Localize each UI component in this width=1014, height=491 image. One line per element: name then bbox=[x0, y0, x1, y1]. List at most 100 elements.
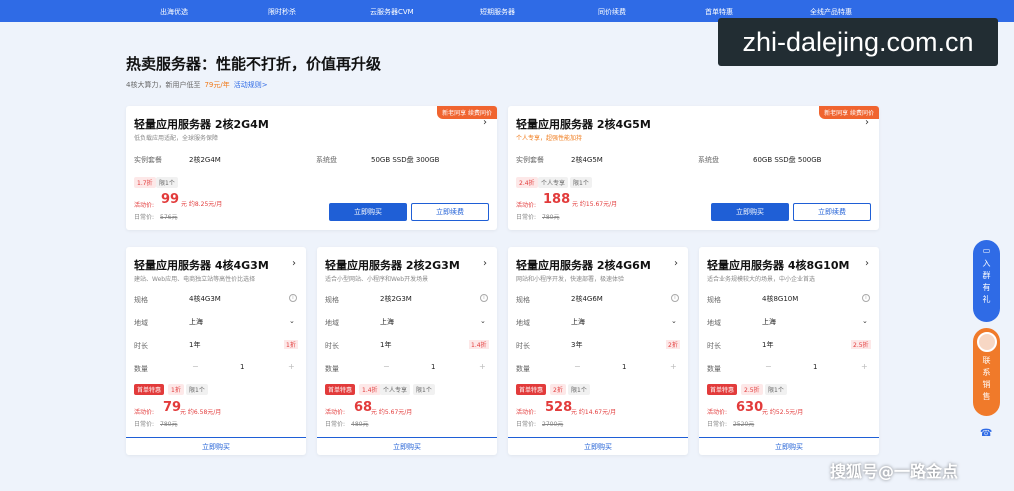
duration-value[interactable]: 1年 bbox=[762, 340, 773, 350]
renew-button[interactable]: 立即续费 bbox=[793, 203, 871, 221]
chevron-right-icon[interactable]: › bbox=[865, 258, 869, 269]
info-icon[interactable]: i bbox=[480, 294, 488, 302]
first-order-tag: 首单特惠 bbox=[134, 384, 165, 395]
headset-icon[interactable]: ☎ bbox=[980, 428, 992, 439]
spec-value: 2核4G6M bbox=[571, 295, 603, 303]
buy-now-button[interactable]: 立即购买 bbox=[711, 203, 789, 221]
spec-label: 实例套餐 bbox=[134, 156, 162, 164]
chevron-down-icon[interactable]: ⌄ bbox=[480, 317, 486, 325]
duration-label: 时长 bbox=[134, 342, 148, 350]
card-desc: 适合业务规模较大的场景，中小企业首选 bbox=[707, 276, 816, 283]
nav-item[interactable]: 首单特惠 bbox=[705, 7, 733, 17]
promo-price: 68 bbox=[354, 400, 373, 415]
buy-now-button[interactable]: 立即购买 bbox=[699, 437, 879, 455]
minus-icon[interactable]: − bbox=[192, 362, 199, 371]
duration-value[interactable]: 1年 bbox=[189, 340, 200, 350]
minus-icon[interactable]: − bbox=[765, 362, 772, 371]
product-card: 轻量应用服务器 2核2G3M › 适合小型网站、小程序和Web开发场景 规格 2… bbox=[317, 247, 497, 455]
minus-icon[interactable]: − bbox=[383, 362, 390, 371]
promo-price: 79 bbox=[163, 400, 182, 415]
product-card: 轻量应用服务器 2核4G6M › 网站和小程序开发，快速部署，极速体验 规格 2… bbox=[508, 247, 688, 455]
chevron-right-icon[interactable]: › bbox=[292, 258, 296, 269]
region-select[interactable]: 上海 bbox=[571, 317, 585, 327]
chevron-down-icon[interactable]: ⌄ bbox=[862, 317, 868, 325]
price-unit: 元 约6.58元/月 bbox=[180, 409, 222, 416]
promo-price-label: 活动价: bbox=[325, 409, 346, 416]
buy-now-button[interactable]: 立即购买 bbox=[317, 437, 497, 455]
rules-link[interactable]: 活动规则> bbox=[234, 80, 268, 90]
personal-tag: 个人专享 bbox=[538, 177, 569, 188]
renew-button[interactable]: 立即续费 bbox=[411, 203, 489, 221]
plus-icon[interactable]: + bbox=[288, 362, 295, 371]
limit-tag: 限1个 bbox=[413, 384, 435, 395]
chevron-right-icon[interactable]: › bbox=[483, 258, 487, 269]
contact-sales-button[interactable]: 联系销售 bbox=[973, 328, 1000, 416]
buy-now-button[interactable]: 立即购买 bbox=[329, 203, 407, 221]
card-title[interactable]: 轻量应用服务器 2核4G6M bbox=[516, 257, 651, 273]
duration-value[interactable]: 3年 bbox=[571, 340, 582, 350]
join-group-label: 入群有礼 bbox=[982, 259, 991, 307]
plus-icon[interactable]: + bbox=[670, 362, 677, 371]
duration-discount: 1折 bbox=[284, 340, 298, 349]
discount-tag: 1折 bbox=[168, 384, 184, 395]
nav-item[interactable]: 限时秒杀 bbox=[268, 7, 296, 17]
quantity-label: 数量 bbox=[516, 365, 530, 373]
contact-sales-label: 联系销售 bbox=[982, 356, 991, 404]
chevron-right-icon[interactable]: › bbox=[674, 258, 678, 269]
join-group-button[interactable]: ▭ 入群有礼 bbox=[973, 240, 1000, 322]
product-card: 轻量应用服务器 4核4G3M › 建站、Web应用、电商独立站等高性价比选择 规… bbox=[126, 247, 306, 455]
chevron-down-icon[interactable]: ⌄ bbox=[671, 317, 677, 325]
regular-price: 2520元 bbox=[733, 421, 755, 428]
limit-tag: 限1个 bbox=[765, 384, 787, 395]
section-subtitle: 4核大算力，新用户低至 79元/年 活动规则> bbox=[126, 80, 268, 90]
region-label: 地域 bbox=[707, 319, 721, 327]
first-order-tag: 首单特惠 bbox=[516, 384, 547, 395]
quantity-input[interactable]: 1 bbox=[622, 363, 626, 371]
plus-icon[interactable]: + bbox=[479, 362, 486, 371]
buy-now-button[interactable]: 立即购买 bbox=[508, 437, 688, 455]
disk-value: 50GB SSD盘 300GB bbox=[371, 156, 440, 164]
card-title[interactable]: 轻量应用服务器 2核2G4M bbox=[134, 116, 269, 132]
disk-label: 系统盘 bbox=[698, 156, 719, 164]
limit-tag: 限1个 bbox=[568, 384, 590, 395]
product-card: 轻量应用服务器 4核8G10M › 适合业务规模较大的场景，中小企业首选 规格 … bbox=[699, 247, 879, 455]
nav-item[interactable]: 出海优选 bbox=[160, 7, 188, 17]
duration-label: 时长 bbox=[516, 342, 530, 350]
region-select[interactable]: 上海 bbox=[762, 317, 776, 327]
buy-now-button[interactable]: 立即购买 bbox=[126, 437, 306, 455]
duration-value[interactable]: 1年 bbox=[380, 340, 391, 350]
card-title[interactable]: 轻量应用服务器 4核4G3M bbox=[134, 257, 269, 273]
spec-value: 4核4G3M bbox=[189, 295, 221, 303]
chevron-right-icon[interactable]: › bbox=[483, 117, 487, 128]
info-icon[interactable]: i bbox=[289, 294, 297, 302]
discount-tag: 1.7折 bbox=[134, 177, 156, 188]
chevron-down-icon[interactable]: ⌄ bbox=[289, 317, 295, 325]
nav-item[interactable]: 短期服务器 bbox=[480, 7, 515, 17]
info-icon[interactable]: i bbox=[862, 294, 870, 302]
card-title[interactable]: 轻量应用服务器 2核4G5M bbox=[516, 116, 651, 132]
nav-item[interactable]: 同价续费 bbox=[598, 7, 626, 17]
first-order-tag: 首单特惠 bbox=[325, 384, 356, 395]
quantity-input[interactable]: 1 bbox=[240, 363, 244, 371]
price-unit: 元 约14.67元/月 bbox=[571, 409, 617, 416]
promo-price: 188 bbox=[543, 192, 571, 207]
card-title[interactable]: 轻量应用服务器 4核8G10M bbox=[707, 257, 849, 273]
regular-price: 780元 bbox=[542, 214, 560, 221]
info-icon[interactable]: i bbox=[671, 294, 679, 302]
plus-icon[interactable]: + bbox=[861, 362, 868, 371]
regular-price-label: 日常价: bbox=[325, 421, 346, 428]
first-order-tag: 首单特惠 bbox=[707, 384, 738, 395]
chat-icon: ▭ bbox=[982, 246, 991, 255]
discount-tag: 1.4折 bbox=[359, 384, 381, 395]
nav-item[interactable]: 全线产品特惠 bbox=[810, 7, 852, 17]
region-select[interactable]: 上海 bbox=[189, 317, 203, 327]
quantity-input[interactable]: 1 bbox=[813, 363, 817, 371]
minus-icon[interactable]: − bbox=[574, 362, 581, 371]
card-title[interactable]: 轻量应用服务器 2核2G3M bbox=[325, 257, 460, 273]
region-select[interactable]: 上海 bbox=[380, 317, 394, 327]
duration-discount: 1.4折 bbox=[469, 340, 489, 349]
nav-item[interactable]: 云服务器CVM bbox=[370, 7, 414, 17]
subtitle-price: 79元/年 bbox=[204, 81, 230, 89]
quantity-input[interactable]: 1 bbox=[431, 363, 435, 371]
chevron-right-icon[interactable]: › bbox=[865, 117, 869, 128]
